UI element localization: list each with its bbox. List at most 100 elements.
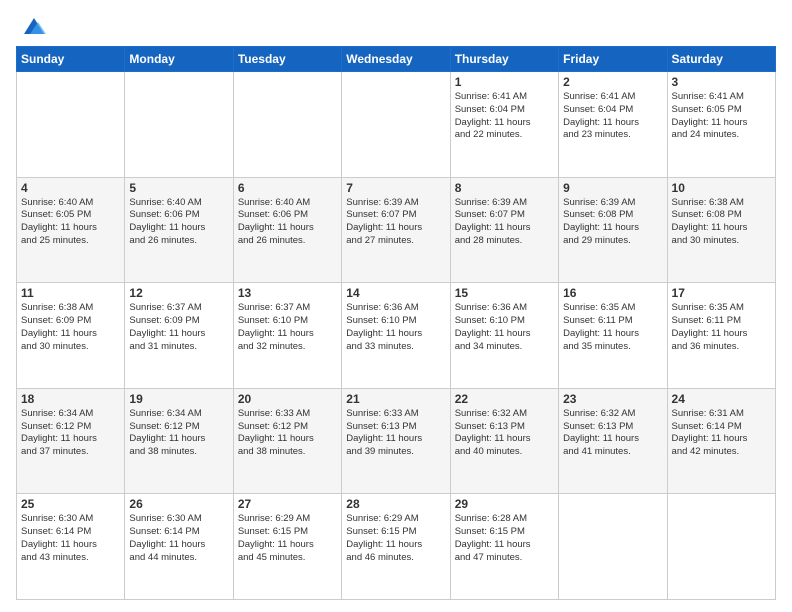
calendar-cell: 11 Sunrise: 6:38 AM Sunset: 6:09 PM Dayli… [17, 283, 125, 389]
calendar-cell: 28 Sunrise: 6:29 AM Sunset: 6:15 PM Dayli… [342, 494, 450, 600]
day-info: Sunrise: 6:29 AM Sunset: 6:15 PM Dayligh… [238, 513, 337, 564]
calendar-day-header: Tuesday [233, 47, 341, 72]
calendar-day-header: Saturday [667, 47, 775, 72]
day-number: 16 [563, 286, 662, 300]
day-info: Sunrise: 6:36 AM Sunset: 6:10 PM Dayligh… [455, 302, 554, 353]
day-info: Sunrise: 6:32 AM Sunset: 6:13 PM Dayligh… [455, 408, 554, 459]
day-number: 23 [563, 392, 662, 406]
calendar-cell: 25 Sunrise: 6:30 AM Sunset: 6:14 PM Dayli… [17, 494, 125, 600]
calendar-cell: 24Sunrise: 6:31 AM Sunset: 6:14 PM Dayli… [667, 388, 775, 494]
day-info: Sunrise: 6:38 AM Sunset: 6:09 PM Dayligh… [21, 302, 120, 353]
day-number: 15 [455, 286, 554, 300]
calendar-cell: 5 Sunrise: 6:40 AM Sunset: 6:06 PM Daylig… [125, 177, 233, 283]
day-number: 14 [346, 286, 445, 300]
calendar-cell [17, 72, 125, 178]
day-info: Sunrise: 6:39 AM Sunset: 6:08 PM Dayligh… [563, 197, 662, 248]
day-info: Sunrise: 6:34 AM Sunset: 6:12 PM Dayligh… [129, 408, 228, 459]
day-number: 3 [672, 75, 771, 89]
calendar-cell: 15 Sunrise: 6:36 AM Sunset: 6:10 PM Dayli… [450, 283, 558, 389]
calendar-cell: 23 Sunrise: 6:32 AM Sunset: 6:13 PM Dayli… [559, 388, 667, 494]
day-info: Sunrise: 6:38 AM Sunset: 6:08 PM Dayligh… [672, 197, 771, 248]
logo-icon [20, 12, 48, 40]
day-number: 25 [21, 497, 120, 511]
calendar-day-header: Wednesday [342, 47, 450, 72]
calendar-cell [342, 72, 450, 178]
day-number: 26 [129, 497, 228, 511]
day-number: 13 [238, 286, 337, 300]
calendar-cell: 16 Sunrise: 6:35 AM Sunset: 6:11 PM Dayli… [559, 283, 667, 389]
calendar-day-header: Sunday [17, 47, 125, 72]
day-info: Sunrise: 6:35 AM Sunset: 6:11 PM Dayligh… [563, 302, 662, 353]
day-number: 28 [346, 497, 445, 511]
calendar-cell: 13 Sunrise: 6:37 AM Sunset: 6:10 PM Dayli… [233, 283, 341, 389]
calendar-table: SundayMondayTuesdayWednesdayThursdayFrid… [16, 46, 776, 600]
calendar-cell: 3 Sunrise: 6:41 AM Sunset: 6:05 PM Daylig… [667, 72, 775, 178]
day-info: Sunrise: 6:37 AM Sunset: 6:09 PM Dayligh… [129, 302, 228, 353]
day-info: Sunrise: 6:40 AM Sunset: 6:05 PM Dayligh… [21, 197, 120, 248]
day-number: 22 [455, 392, 554, 406]
logo [16, 12, 48, 40]
day-info: Sunrise: 6:28 AM Sunset: 6:15 PM Dayligh… [455, 513, 554, 564]
day-info: Sunrise: 6:41 AM Sunset: 6:04 PM Dayligh… [563, 91, 662, 142]
calendar-cell: 2 Sunrise: 6:41 AM Sunset: 6:04 PM Daylig… [559, 72, 667, 178]
calendar-cell: 18 Sunrise: 6:34 AM Sunset: 6:12 PM Dayli… [17, 388, 125, 494]
calendar-cell [233, 72, 341, 178]
calendar-cell: 1Sunrise: 6:41 AM Sunset: 6:04 PM Daylig… [450, 72, 558, 178]
calendar-day-header: Monday [125, 47, 233, 72]
calendar-week-row: 25 Sunrise: 6:30 AM Sunset: 6:14 PM Dayli… [17, 494, 776, 600]
day-number: 2 [563, 75, 662, 89]
day-info: Sunrise: 6:29 AM Sunset: 6:15 PM Dayligh… [346, 513, 445, 564]
calendar-cell: 26 Sunrise: 6:30 AM Sunset: 6:14 PM Dayli… [125, 494, 233, 600]
calendar-day-header: Thursday [450, 47, 558, 72]
calendar-cell: 12 Sunrise: 6:37 AM Sunset: 6:09 PM Dayli… [125, 283, 233, 389]
day-number: 11 [21, 286, 120, 300]
day-info: Sunrise: 6:41 AM Sunset: 6:04 PM Dayligh… [455, 91, 554, 142]
day-info: Sunrise: 6:34 AM Sunset: 6:12 PM Dayligh… [21, 408, 120, 459]
day-number: 5 [129, 181, 228, 195]
calendar-cell: 6Sunrise: 6:40 AM Sunset: 6:06 PM Daylig… [233, 177, 341, 283]
day-info: Sunrise: 6:41 AM Sunset: 6:05 PM Dayligh… [672, 91, 771, 142]
calendar-cell: 4 Sunrise: 6:40 AM Sunset: 6:05 PM Daylig… [17, 177, 125, 283]
day-info: Sunrise: 6:36 AM Sunset: 6:10 PM Dayligh… [346, 302, 445, 353]
calendar-cell: 14 Sunrise: 6:36 AM Sunset: 6:10 PM Dayli… [342, 283, 450, 389]
calendar-cell: 8Sunrise: 6:39 AM Sunset: 6:07 PM Daylig… [450, 177, 558, 283]
calendar-day-header: Friday [559, 47, 667, 72]
calendar-cell: 20 Sunrise: 6:33 AM Sunset: 6:12 PM Dayli… [233, 388, 341, 494]
day-info: Sunrise: 6:30 AM Sunset: 6:14 PM Dayligh… [129, 513, 228, 564]
day-info: Sunrise: 6:39 AM Sunset: 6:07 PM Dayligh… [346, 197, 445, 248]
calendar-cell: 22 Sunrise: 6:32 AM Sunset: 6:13 PM Dayli… [450, 388, 558, 494]
calendar-cell [125, 72, 233, 178]
calendar-cell: 17Sunrise: 6:35 AM Sunset: 6:11 PM Dayli… [667, 283, 775, 389]
calendar-cell: 21Sunrise: 6:33 AM Sunset: 6:13 PM Dayli… [342, 388, 450, 494]
page: SundayMondayTuesdayWednesdayThursdayFrid… [0, 0, 792, 612]
day-number: 29 [455, 497, 554, 511]
day-info: Sunrise: 6:39 AM Sunset: 6:07 PM Dayligh… [455, 197, 554, 248]
calendar-cell: 9Sunrise: 6:39 AM Sunset: 6:08 PM Daylig… [559, 177, 667, 283]
calendar-cell: 29 Sunrise: 6:28 AM Sunset: 6:15 PM Dayli… [450, 494, 558, 600]
calendar-cell [667, 494, 775, 600]
day-number: 27 [238, 497, 337, 511]
calendar-cell: 19 Sunrise: 6:34 AM Sunset: 6:12 PM Dayli… [125, 388, 233, 494]
day-info: Sunrise: 6:40 AM Sunset: 6:06 PM Dayligh… [129, 197, 228, 248]
calendar-cell: 27 Sunrise: 6:29 AM Sunset: 6:15 PM Dayli… [233, 494, 341, 600]
day-info: Sunrise: 6:32 AM Sunset: 6:13 PM Dayligh… [563, 408, 662, 459]
day-number: 17 [672, 286, 771, 300]
day-number: 21 [346, 392, 445, 406]
day-number: 19 [129, 392, 228, 406]
day-number: 24 [672, 392, 771, 406]
calendar-week-row: 11 Sunrise: 6:38 AM Sunset: 6:09 PM Dayli… [17, 283, 776, 389]
calendar-cell [559, 494, 667, 600]
calendar-week-row: 4 Sunrise: 6:40 AM Sunset: 6:05 PM Daylig… [17, 177, 776, 283]
calendar-week-row: 1Sunrise: 6:41 AM Sunset: 6:04 PM Daylig… [17, 72, 776, 178]
day-info: Sunrise: 6:33 AM Sunset: 6:12 PM Dayligh… [238, 408, 337, 459]
day-number: 12 [129, 286, 228, 300]
day-number: 18 [21, 392, 120, 406]
day-info: Sunrise: 6:30 AM Sunset: 6:14 PM Dayligh… [21, 513, 120, 564]
header [16, 12, 776, 40]
day-number: 4 [21, 181, 120, 195]
day-number: 20 [238, 392, 337, 406]
calendar-cell: 10Sunrise: 6:38 AM Sunset: 6:08 PM Dayli… [667, 177, 775, 283]
day-info: Sunrise: 6:40 AM Sunset: 6:06 PM Dayligh… [238, 197, 337, 248]
day-info: Sunrise: 6:37 AM Sunset: 6:10 PM Dayligh… [238, 302, 337, 353]
calendar-cell: 7Sunrise: 6:39 AM Sunset: 6:07 PM Daylig… [342, 177, 450, 283]
